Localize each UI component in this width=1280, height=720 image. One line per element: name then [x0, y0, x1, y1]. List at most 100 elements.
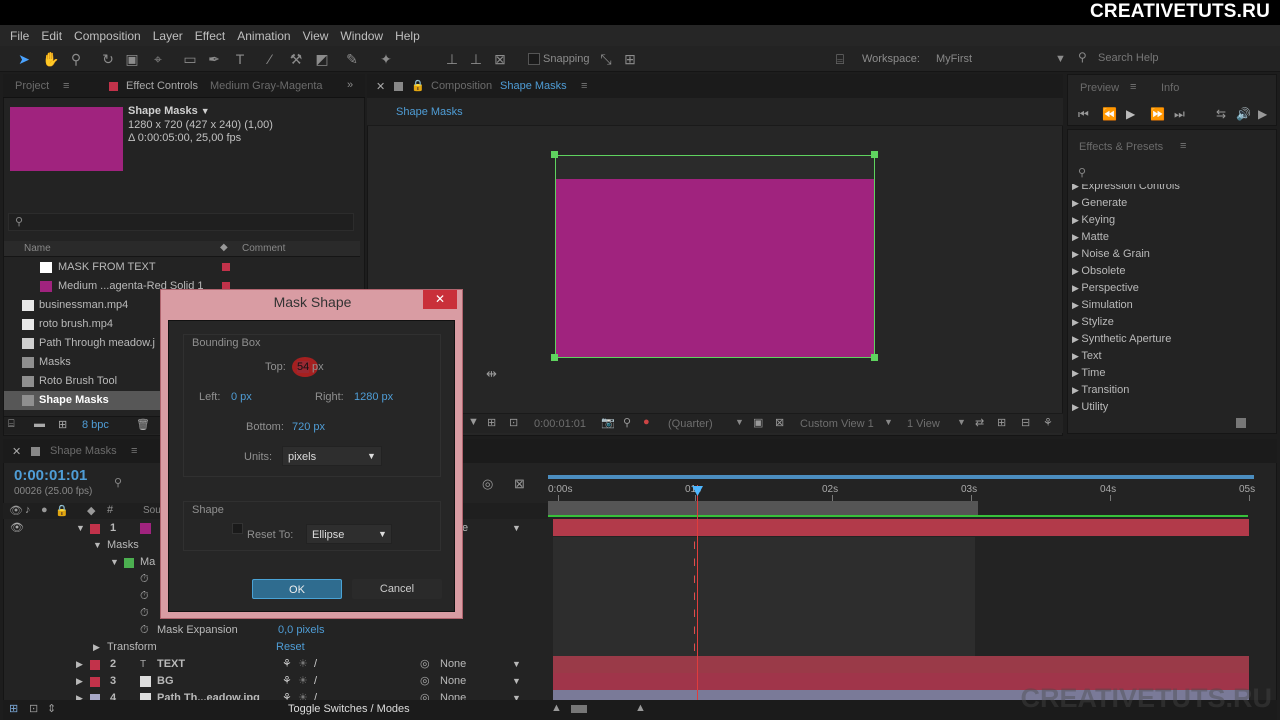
expand-triangle-icon[interactable]: ▶	[1072, 402, 1081, 412]
snapping-checkbox[interactable]	[528, 53, 540, 65]
right-value-field[interactable]: 1280 px	[354, 391, 393, 403]
expand-triangle-icon[interactable]: ▶	[1072, 198, 1081, 208]
rectangle-tool-icon[interactable]: ▭	[182, 51, 198, 67]
parent-pickwhip-icon[interactable]: ◎	[420, 656, 430, 673]
work-area-bar[interactable]	[548, 475, 1254, 479]
resolution-select[interactable]: (Quarter)	[668, 418, 713, 430]
camera-tool-icon[interactable]: ▣	[124, 51, 140, 67]
snapping-option-icon[interactable]: ⤡	[598, 51, 614, 67]
mask-vertex-handle[interactable]	[871, 151, 878, 158]
tab-effect-controls[interactable]: Effect Controls	[126, 80, 198, 92]
search-icon[interactable]: ⚲	[1078, 166, 1086, 179]
menu-animation[interactable]: Animation	[231, 29, 296, 43]
expand-triangle-icon[interactable]: ▶	[1072, 215, 1081, 225]
effect-category[interactable]: ▶ Text	[1072, 350, 1102, 362]
panel-menu-icon[interactable]: ≡	[131, 445, 137, 457]
expand-triangle-icon[interactable]: ▼	[110, 554, 119, 571]
zoom-tool-icon[interactable]: ⚲	[68, 51, 84, 67]
parent-select[interactable]: None	[440, 656, 466, 673]
label-color-swatch[interactable]	[90, 660, 100, 670]
layer1-bar[interactable]	[553, 519, 1249, 536]
search-help[interactable]: ⚲ Search Help	[1078, 50, 1264, 67]
rotate-tool-icon[interactable]: ↻	[100, 51, 116, 67]
mask-vertex-handle[interactable]	[551, 354, 558, 361]
label-color-swatch[interactable]	[222, 263, 230, 271]
effect-category[interactable]: ▶ Transition	[1072, 384, 1129, 396]
expand-triangle-icon[interactable]: ▶	[1072, 317, 1081, 327]
expand-triangle-icon[interactable]: ▶	[1072, 351, 1081, 361]
effect-category[interactable]: ▶ Simulation	[1072, 299, 1133, 311]
chevron-down-icon[interactable]: ▼	[957, 417, 966, 427]
show-snapshot-icon[interactable]: ⚲	[623, 416, 631, 429]
timeline-layer-2[interactable]: ▶ 2 T TEXT ⚘ ☀ / ◎ None ▼	[0, 656, 548, 673]
chevron-down-icon[interactable]: ▼	[512, 656, 521, 673]
transform-row[interactable]: ▶ Transform Reset	[0, 639, 548, 656]
trash-icon[interactable]: 🗑	[136, 418, 150, 431]
flowchart-icon[interactable]: ⚘	[1043, 416, 1053, 429]
project-search-input[interactable]: ⚲	[8, 213, 354, 231]
menu-help[interactable]: Help	[389, 29, 426, 43]
toggle-pixel-aspect-icon[interactable]: ⇄	[975, 416, 984, 429]
expand-triangle-icon[interactable]: ▶	[1072, 249, 1081, 259]
first-frame-icon[interactable]: ⏮	[1078, 107, 1089, 122]
top-value-field[interactable]: 54	[297, 361, 310, 373]
comp-name-label[interactable]: Shape Masks ▼	[128, 105, 210, 117]
close-icon[interactable]: ✕	[12, 445, 21, 458]
zoom-in-icon[interactable]: ▲	[635, 702, 646, 714]
new-preset-icon[interactable]	[1236, 418, 1246, 428]
project-item[interactable]: MASK FROM TEXT	[4, 258, 360, 277]
parent-select[interactable]: None	[440, 673, 466, 690]
chevron-down-icon[interactable]: ▼	[512, 673, 521, 690]
effect-category[interactable]: ▶ Generate	[1072, 197, 1127, 209]
world-axis-icon[interactable]: ⊥	[468, 51, 484, 67]
grid-icon[interactable]: ⊞	[487, 416, 496, 429]
audio-icon[interactable]: ♪	[25, 504, 31, 516]
expand-triangle-icon[interactable]: ▶	[1072, 232, 1081, 242]
play-icon[interactable]: ▶	[1126, 107, 1135, 121]
effect-category[interactable]: ▶ Time	[1072, 367, 1105, 379]
shy-switch-icon[interactable]: ⚘	[282, 656, 292, 673]
expand-triangle-icon[interactable]: ▶	[93, 639, 100, 656]
lock-icon[interactable]: 🔒	[411, 79, 425, 92]
lock-icon[interactable]: 🔒	[55, 504, 69, 517]
reset-to-select[interactable]: Ellipse ▼	[306, 524, 392, 544]
effect-category[interactable]: ▶ Noise & Grain	[1072, 248, 1150, 260]
graph-editor-icon[interactable]: ⊠	[514, 476, 525, 492]
keyframe-marker[interactable]: I	[693, 557, 696, 569]
toggle-switches-modes[interactable]: Toggle Switches / Modes	[288, 703, 410, 715]
layer-number-icon[interactable]: #	[107, 504, 113, 516]
label-color-swatch[interactable]	[90, 524, 100, 534]
menu-view[interactable]: View	[297, 29, 335, 43]
mask-bounding-path[interactable]	[555, 155, 875, 358]
timeline-timecode[interactable]: 0:00:01:01	[14, 467, 87, 484]
keyframe-marker[interactable]: I	[693, 608, 696, 620]
chevron-down-icon[interactable]: ▼	[884, 417, 893, 427]
work-area-range[interactable]	[548, 501, 978, 515]
zoom-out-icon[interactable]: ▲	[551, 702, 562, 714]
layer2-bar[interactable]	[553, 656, 1249, 673]
col-comment[interactable]: Comment	[242, 243, 285, 254]
effect-category[interactable]: ▶ Stylize	[1072, 316, 1114, 328]
motion-blur-icon[interactable]: ◎	[482, 476, 493, 492]
selection-tool-icon[interactable]: ➤	[16, 51, 32, 67]
col-name[interactable]: Name	[24, 243, 51, 254]
new-folder-icon[interactable]: ▬	[34, 418, 45, 430]
expand-triangle-icon[interactable]: ▶	[1072, 334, 1081, 344]
eye-icon[interactable]: 👁	[9, 504, 23, 517]
stopwatch-icon[interactable]: ⏱	[140, 622, 149, 639]
ok-button[interactable]: OK	[252, 579, 342, 599]
layer-name[interactable]: BG	[157, 673, 174, 690]
mask-expansion-value[interactable]: 0,0 pixels	[278, 622, 324, 639]
expand-triangle-icon[interactable]: ▶	[1072, 283, 1081, 293]
cancel-button[interactable]: Cancel	[352, 579, 442, 599]
collapse-switch-icon[interactable]: ☀	[298, 673, 308, 690]
keyframe-marker[interactable]: I	[693, 540, 696, 552]
views-count-select[interactable]: 1 View	[907, 418, 940, 430]
transform-reset-link[interactable]: Reset	[276, 639, 305, 656]
collapse-switch-icon[interactable]: ☀	[298, 656, 308, 673]
effect-category[interactable]: ▶ Keying	[1072, 214, 1115, 226]
eraser-tool-icon[interactable]: ◩	[314, 51, 330, 67]
audio-icon[interactable]: 🔊	[1236, 107, 1251, 121]
layer-name[interactable]: TEXT	[157, 656, 185, 673]
breadcrumb[interactable]: Shape Masks	[396, 106, 463, 118]
